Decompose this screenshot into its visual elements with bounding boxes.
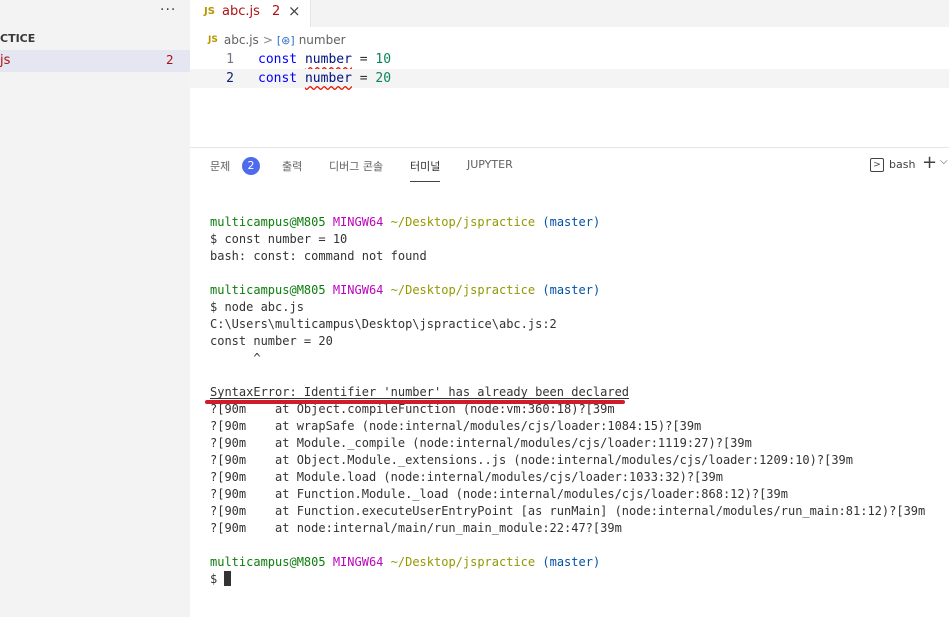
stack-trace-line: ?[90m at Module._compile (node:internal/… [210, 436, 752, 450]
code-variable: number [304, 52, 352, 67]
code-number: 10 [375, 52, 392, 67]
variable-symbol-icon: [⊛] [276, 33, 295, 47]
prompt-user: multicampus@M805 [210, 283, 326, 297]
tab-label: abc.js [222, 4, 260, 19]
prompt-branch: (master) [542, 283, 601, 297]
javascript-file-icon: JS [208, 35, 218, 45]
stack-trace-line: ?[90m at Function.Module._load (node:int… [210, 487, 788, 501]
stack-trace-line: ?[90m at Function.executeUserEntryPoint … [210, 504, 926, 518]
explorer-sidebar: ··· CTICE js 2 [0, 0, 190, 617]
prompt-branch: (master) [542, 555, 601, 569]
explorer-file-item[interactable]: js 2 [0, 50, 190, 72]
terminal-output-line: ^ [210, 351, 261, 365]
explorer-file-name: js [0, 53, 11, 68]
project-title: CTICE [0, 32, 36, 45]
code-line-current[interactable]: 2 const number = 20 [190, 69, 949, 88]
prompt-path: ~/Desktop/jspractice [390, 215, 536, 229]
prompt-user: multicampus@M805 [210, 215, 326, 229]
breadcrumb-symbol[interactable]: number [299, 33, 346, 47]
tab-jupyter[interactable]: JUPYTER [467, 158, 513, 171]
syntax-error-line: SyntaxError: Identifier 'number' has alr… [210, 385, 630, 399]
annotation-underline [205, 400, 625, 404]
terminal-prompt: multicampus@M805 MINGW64 ~/Desktop/jspra… [210, 282, 949, 299]
line-number: 2 [226, 71, 234, 86]
terminal-prompt: multicampus@M805 MINGW64 ~/Desktop/jspra… [210, 554, 949, 571]
terminal-input-line[interactable]: $ [210, 571, 949, 588]
terminal-output-line: const number = 20 [210, 334, 333, 348]
tab-output[interactable]: 출력 [282, 158, 302, 174]
prompt-path: ~/Desktop/jspractice [390, 283, 536, 297]
tab-debug-console[interactable]: 디버그 콘솔 [329, 158, 383, 174]
tab-terminal[interactable]: 터미널 [410, 158, 441, 182]
breadcrumb: JS abc.js > [⊛] number [208, 31, 346, 49]
terminal-command: $ node abc.js [210, 300, 304, 314]
code-editor[interactable]: 1 const number = 10 2 const number = 20 [190, 50, 949, 88]
terminal-name[interactable]: bash [889, 158, 915, 171]
tab-problems[interactable]: 문제 [210, 158, 230, 174]
panel-tab-bar: 문제 2 출력 디버그 콘솔 터미널 JUPYTER > bash + ⌵ [190, 148, 949, 182]
code-operator: = [359, 71, 368, 86]
code-number: 20 [375, 71, 392, 86]
close-icon[interactable]: × [288, 2, 301, 20]
stack-trace-line: ?[90m at Object.Module._extensions..js (… [210, 453, 853, 467]
explorer-file-problem-count: 2 [166, 53, 174, 67]
tab-problem-count: 2 [272, 4, 281, 19]
prompt-branch: (master) [542, 215, 601, 229]
code-line[interactable]: 1 const number = 10 [190, 50, 949, 69]
terminal-output-line: C:\Users\multicampus\Desktop\jspractice\… [210, 317, 557, 331]
prompt-user: multicampus@M805 [210, 555, 326, 569]
terminal-cursor [224, 571, 232, 586]
stack-trace-line: ?[90m at wrapSafe (node:internal/modules… [210, 419, 702, 433]
problems-count-badge: 2 [242, 157, 260, 175]
line-number: 1 [226, 52, 234, 67]
terminal-prompt: multicampus@M805 MINGW64 ~/Desktop/jspra… [210, 214, 949, 231]
terminal-icon: > [870, 158, 884, 172]
add-terminal-icon[interactable]: + [922, 152, 937, 173]
breadcrumb-file[interactable]: abc.js [224, 33, 259, 47]
prompt-host: MINGW64 [332, 555, 384, 569]
code-operator: = [359, 52, 368, 67]
tab-abc-js[interactable]: JS abc.js 2 × [190, 0, 311, 27]
editor-tab-bar: JS abc.js 2 × [190, 0, 949, 27]
code-keyword: const [258, 71, 298, 86]
terminal-output-line: bash: const: command not found [210, 249, 427, 263]
chevron-down-icon[interactable]: ⌵ [940, 156, 948, 167]
prompt-host: MINGW64 [332, 283, 384, 297]
code-keyword: const [258, 52, 298, 67]
code-variable: number [304, 71, 352, 86]
prompt-path: ~/Desktop/jspractice [390, 555, 536, 569]
prompt-host: MINGW64 [332, 215, 384, 229]
chevron-right-icon: > [262, 33, 273, 47]
javascript-file-icon: JS [204, 6, 215, 17]
ellipsis-icon[interactable]: ··· [160, 2, 176, 18]
stack-trace-line: ?[90m at Module.load (node:internal/modu… [210, 470, 723, 484]
terminal-command: $ const number = 10 [210, 232, 348, 246]
stack-trace-line: ?[90m at node:internal/main/run_main_mod… [210, 521, 622, 535]
terminal-command: $ [210, 572, 225, 586]
